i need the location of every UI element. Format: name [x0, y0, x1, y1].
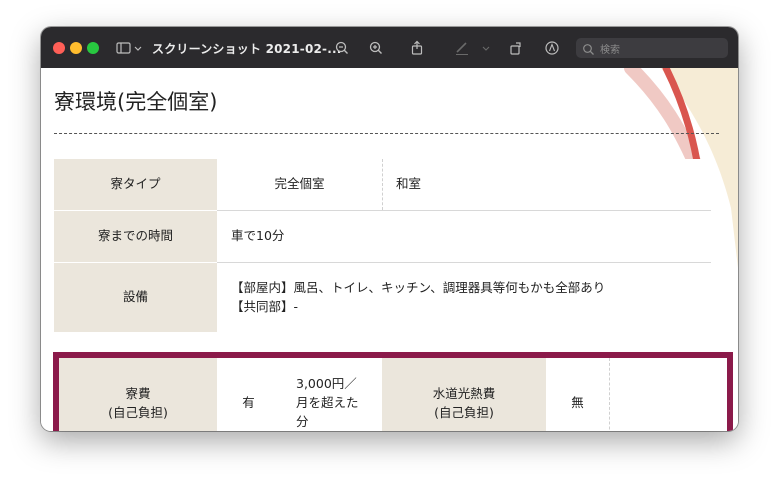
rotate-icon[interactable]: [507, 39, 525, 57]
close-window-button[interactable]: [53, 42, 65, 54]
facilities-value: 【部屋内】風呂、トイレ、キッチン、調理器具等何もかも全部あり 【共同部】-: [217, 263, 711, 332]
rent-condition-line: 3,000円／: [296, 376, 357, 392]
zoom-in-icon[interactable]: [367, 39, 385, 57]
sidebar-toggle-icon[interactable]: [115, 39, 133, 57]
markup-chevron-icon[interactable]: [481, 39, 491, 57]
utilities-value: 無: [546, 358, 609, 431]
rent-value: 有: [217, 358, 280, 431]
rent-condition-line: 月を超えた: [296, 395, 359, 411]
zoom-window-button[interactable]: [87, 42, 99, 54]
minimize-window-button[interactable]: [70, 42, 82, 54]
rent-condition-line: 分: [296, 413, 309, 429]
rent-label-main: 寮費: [125, 385, 151, 401]
utilities-label-main: 水道光熱費: [432, 385, 496, 401]
search-input[interactable]: 検索: [576, 38, 728, 58]
share-icon[interactable]: [408, 39, 426, 57]
rent-label-note: (自己負担): [108, 404, 168, 420]
title-bar: スクリーンショット 2021-02-... 検索: [41, 27, 738, 68]
rent-label: 寮費 (自己負担): [59, 358, 217, 431]
facilities-in-room: 【部屋内】風呂、トイレ、キッチン、調理器具等何もかも全部あり: [231, 279, 606, 295]
title-divider: [54, 133, 719, 134]
search-icon: [582, 41, 595, 60]
facilities-shared: 【共同部】-: [231, 298, 299, 314]
zoom-out-icon[interactable]: [333, 39, 351, 57]
room-style-value: 和室: [382, 159, 711, 210]
commute-value: 車で10分: [217, 211, 711, 262]
rent-condition: 3,000円／ 月を超えた 分: [280, 358, 382, 431]
page-title: 寮環境(完全個室): [54, 90, 218, 114]
row-divider: [609, 358, 610, 431]
facilities-label: 設備: [54, 263, 217, 332]
room-type-value: 完全個室: [217, 159, 382, 210]
document-content: 寮環境(完全個室) 寮タイプ 完全個室 和室 寮までの時間 車で10分 設備 【…: [41, 68, 738, 431]
chevron-down-icon[interactable]: [133, 39, 143, 57]
preview-window: スクリーンショット 2021-02-... 検索 寮環境(完全個室) 寮タイプ …: [41, 27, 738, 431]
utilities-label: 水道光熱費 (自己負担): [382, 358, 546, 431]
search-placeholder: 検索: [600, 45, 620, 56]
utilities-label-note: (自己負担): [434, 404, 494, 420]
row-divider: [382, 159, 383, 210]
room-type-label: 寮タイプ: [54, 159, 217, 210]
window-title: スクリーンショット 2021-02-...: [152, 42, 342, 56]
markup-pen-icon[interactable]: [453, 39, 471, 57]
annotate-icon[interactable]: [543, 39, 561, 57]
commute-label: 寮までの時間: [54, 211, 217, 262]
